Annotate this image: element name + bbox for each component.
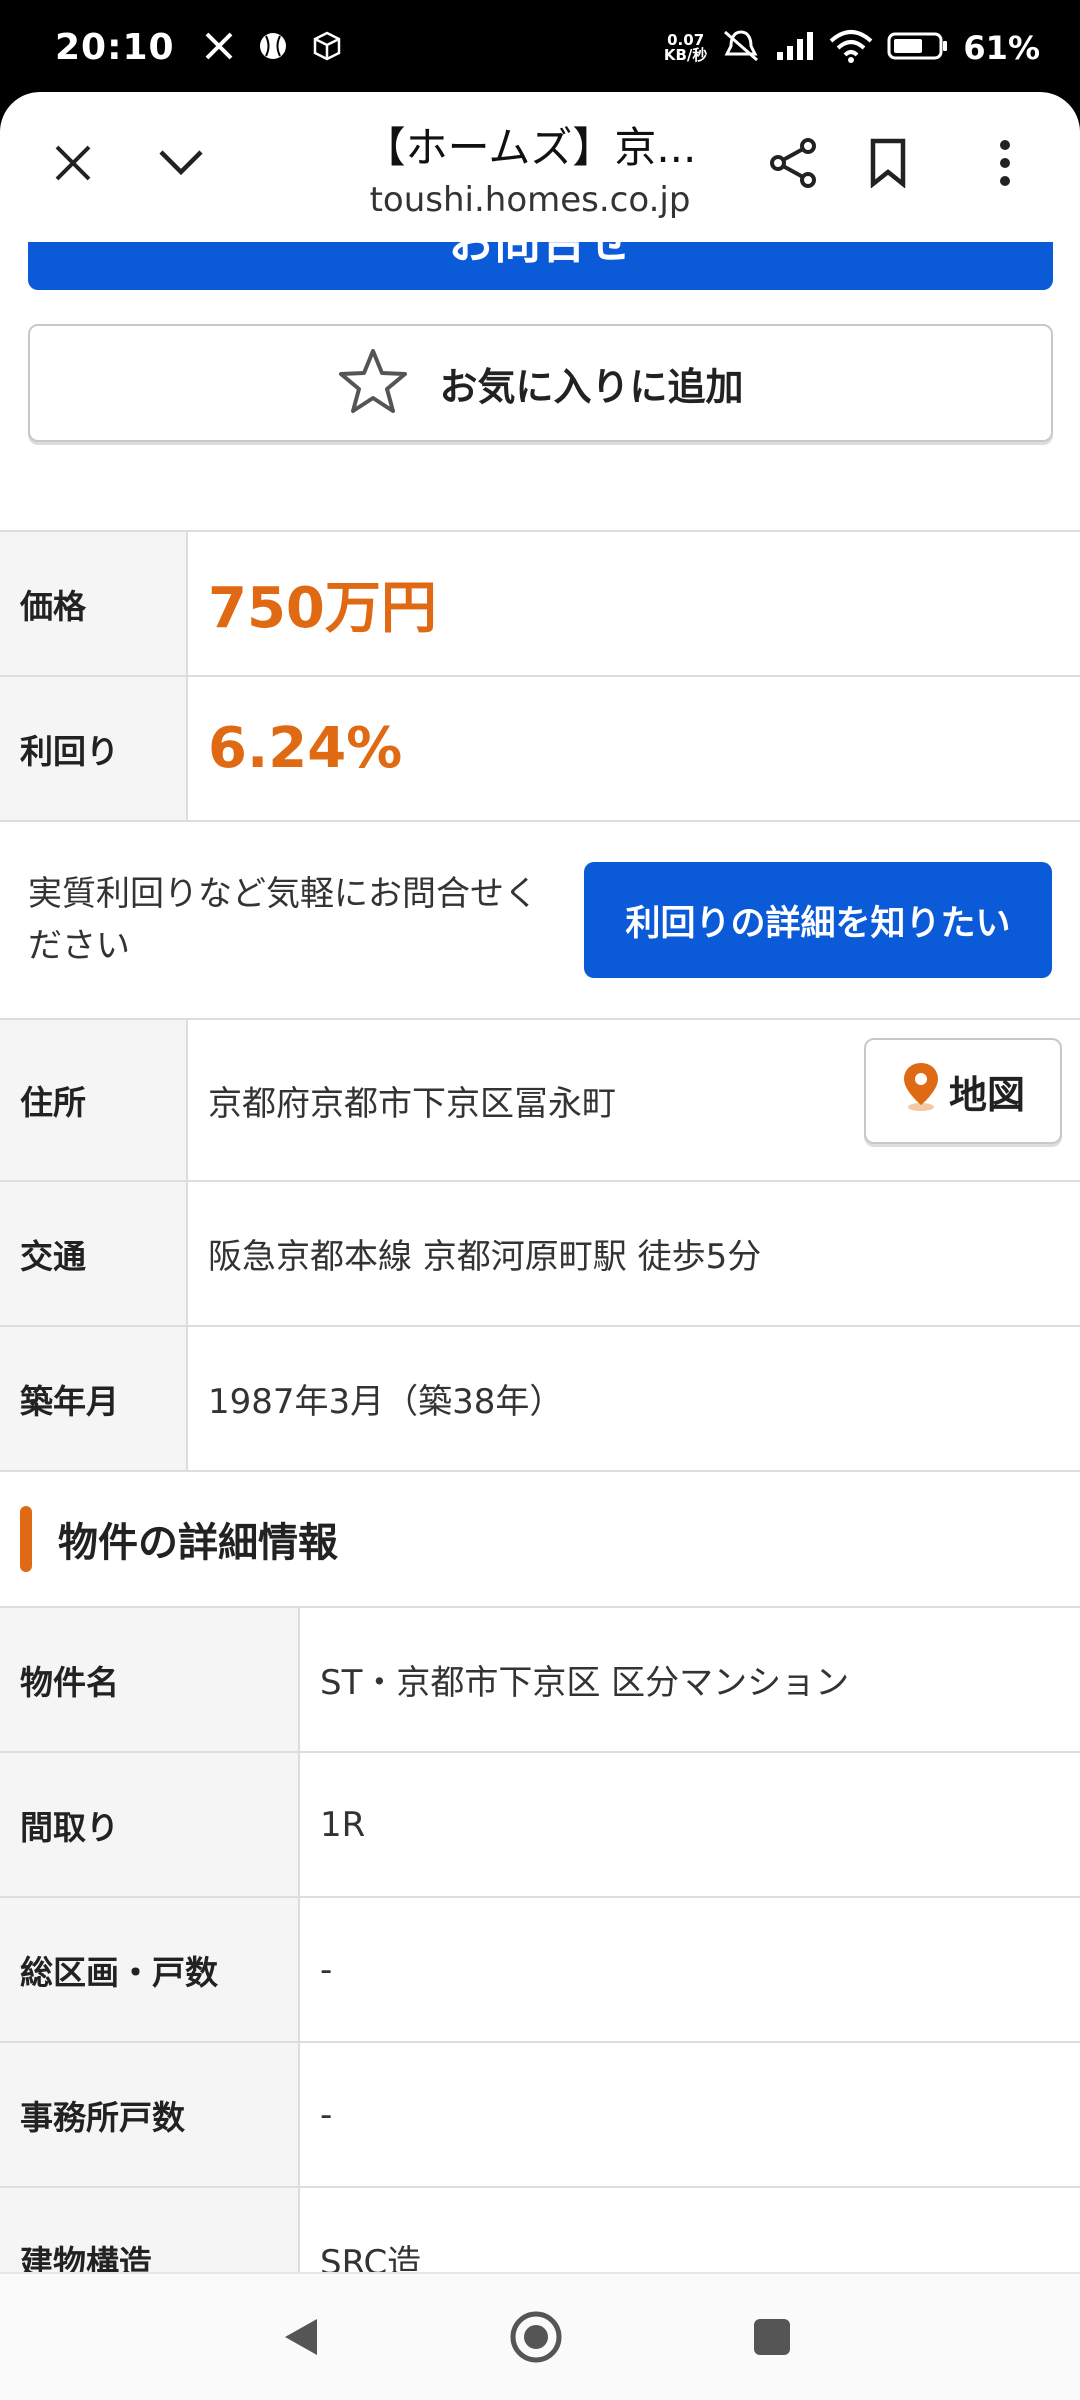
map-pin-icon: [901, 1061, 941, 1122]
detail-label: 事務所戸数: [0, 2043, 300, 2186]
detail-value: -: [320, 1949, 333, 1990]
details-section-heading: 物件の詳細情報: [0, 1472, 1080, 1606]
transit-value: 阪急京都本線 京都河原町駅 徒歩5分: [208, 1237, 762, 1277]
notification-icons: [203, 30, 343, 66]
box-icon: [311, 30, 343, 66]
status-time: 20:10: [55, 27, 175, 68]
built-row: 築年月 1987年3月（築38年）: [0, 1327, 1080, 1472]
battery-percent: 61%: [963, 28, 1040, 67]
detail-value: ST・京都市下京区 区分マンション: [320, 1663, 850, 1703]
table-row: 間取り 1R: [0, 1753, 1080, 1898]
recents-button[interactable]: [737, 2304, 807, 2374]
detail-value: 1R: [320, 1804, 366, 1845]
detail-label: 物件名: [0, 1608, 300, 1751]
yield-detail-button-label: 利回りの詳細を知りたい: [625, 903, 1011, 944]
yield-value: 6.24%: [208, 716, 403, 781]
close-tab-button[interactable]: [38, 130, 108, 200]
yield-row: 利回り 6.24%: [0, 677, 1080, 822]
net-speed: 0.07 KB/秒: [663, 30, 708, 64]
built-label: 築年月: [0, 1327, 188, 1470]
bookmark-button[interactable]: [853, 130, 923, 200]
baseball-icon: [257, 30, 289, 66]
close-icon: [53, 143, 93, 187]
detail-value: -: [320, 2094, 333, 2135]
chevron-down-icon: [157, 148, 205, 182]
yield-label: 利回り: [0, 677, 188, 820]
address-row: 住所 京都府京都市下京区冨永町 地図: [0, 1020, 1080, 1182]
details-section-title: 物件の詳細情報: [58, 1520, 338, 1566]
share-icon: [768, 137, 818, 193]
section-accent-bar: [20, 1506, 32, 1572]
x-app-icon: [203, 30, 235, 66]
address-label: 住所: [0, 1020, 188, 1180]
price-value: 750万円: [208, 576, 437, 641]
url-display[interactable]: toushi.homes.co.jp: [280, 180, 780, 220]
wifi-icon: [829, 29, 873, 67]
detail-value: SRC造: [320, 2243, 422, 2272]
more-menu-button[interactable]: [970, 130, 1040, 200]
star-icon: [337, 347, 409, 419]
price-label: 価格: [0, 532, 188, 675]
summary-table: 価格 750万円 利回り 6.24% 実質利回りなど気軽にお問合せください 利回…: [0, 530, 1080, 1472]
transit-row: 交通 阪急京都本線 京都河原町駅 徒歩5分: [0, 1182, 1080, 1327]
home-button[interactable]: [501, 2304, 571, 2374]
inquiry-banner: 実質利回りなど気軽にお問合せください 利回りの詳細を知りたい: [0, 822, 1080, 1020]
contact-button[interactable]: お問合せ: [28, 242, 1053, 290]
back-triangle-icon: [281, 2315, 321, 2363]
browser-toolbar: 【ホームズ】京... toushi.homes.co.jp: [0, 92, 1080, 242]
page-content: お問合せ お気に入りに追加 価格 750万円 利回り 6.24% 実質利回りなど…: [0, 242, 1080, 2272]
transit-label: 交通: [0, 1182, 188, 1325]
built-value: 1987年3月（築38年）: [208, 1382, 564, 1422]
table-row: 物件名 ST・京都市下京区 区分マンション: [0, 1608, 1080, 1753]
map-button-label: 地図: [948, 1072, 1025, 1117]
detail-label: 建物構造: [0, 2188, 300, 2272]
back-button[interactable]: [266, 2304, 336, 2374]
signal-icon: [775, 30, 815, 66]
home-circle-icon: [508, 2309, 564, 2369]
add-favorite-button[interactable]: お気に入りに追加: [28, 324, 1053, 442]
battery-icon: [887, 31, 949, 65]
yield-cell: 6.24%: [188, 677, 1080, 820]
address-value: 京都府京都市下京区冨永町: [208, 1083, 616, 1124]
inquiry-text: 実質利回りなど気軽にお問合せください: [28, 874, 538, 966]
contact-button-label: お問合せ: [448, 242, 633, 269]
share-button[interactable]: [758, 130, 828, 200]
price-cell: 750万円: [188, 532, 1080, 675]
system-nav-bar: [0, 2272, 1080, 2400]
address-cell: 京都府京都市下京区冨永町 地図: [188, 1020, 1080, 1180]
details-table: 物件名 ST・京都市下京区 区分マンション 間取り 1R 総区画・戸数 - 事務…: [0, 1606, 1080, 2272]
recents-square-icon: [752, 2317, 792, 2361]
map-button[interactable]: 地図: [864, 1038, 1062, 1144]
yield-detail-button[interactable]: 利回りの詳細を知りたい: [584, 862, 1052, 978]
bookmark-icon: [868, 138, 908, 192]
minimize-button[interactable]: [146, 130, 216, 200]
page-title: 【ホームズ】京...: [363, 123, 697, 172]
more-vertical-icon: [999, 140, 1011, 190]
add-favorite-label: お気に入りに追加: [439, 364, 744, 409]
table-row: 総区画・戸数 -: [0, 1898, 1080, 2043]
table-row: 建物構造 SRC造: [0, 2188, 1080, 2272]
silent-bell-icon: [721, 28, 761, 68]
table-row: 事務所戸数 -: [0, 2043, 1080, 2188]
price-row: 価格 750万円: [0, 532, 1080, 677]
detail-label: 総区画・戸数: [0, 1898, 300, 2041]
status-bar: 20:10 0.07 KB/秒 61%: [0, 0, 1080, 95]
detail-label: 間取り: [0, 1753, 300, 1896]
